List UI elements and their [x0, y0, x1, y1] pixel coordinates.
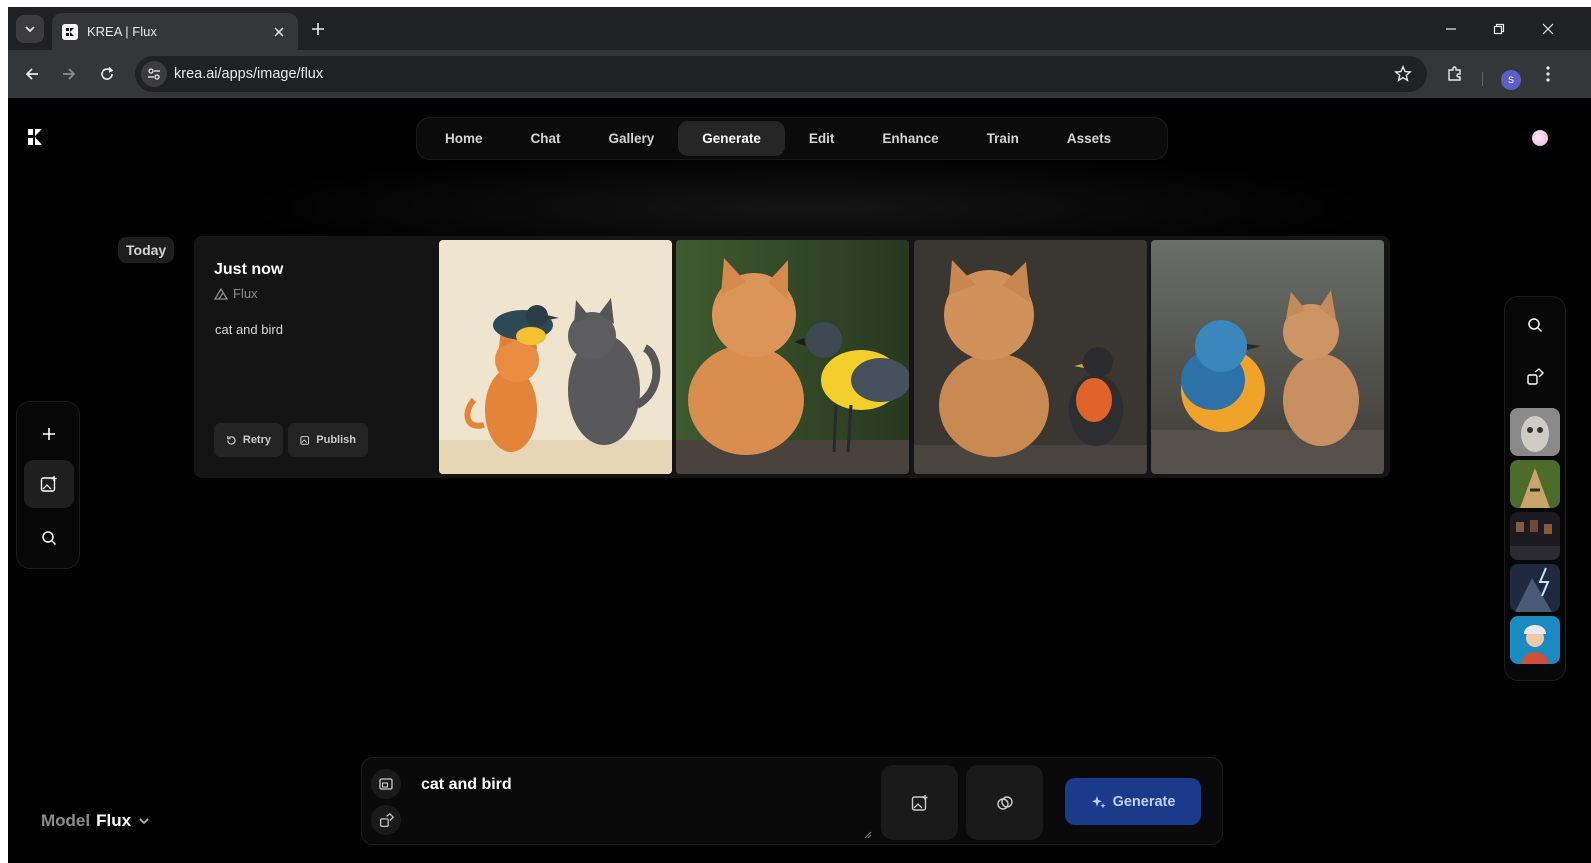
history-thumb-1[interactable]	[1510, 408, 1560, 456]
generation-model-label: Flux	[233, 286, 258, 301]
image-sparkle-icon	[40, 476, 57, 492]
generate-button[interactable]: Generate	[1065, 778, 1201, 825]
krea-logo-icon[interactable]	[27, 128, 43, 146]
tab-strip: KREA | Flux	[8, 7, 1591, 50]
generated-image-4[interactable]	[1151, 240, 1384, 474]
generate-label: Generate	[1112, 793, 1176, 810]
nav-enhance[interactable]: Enhance	[858, 121, 962, 156]
publish-button[interactable]: Publish	[288, 423, 368, 457]
history-thumb-4[interactable]	[1510, 564, 1560, 612]
model-label: Model	[41, 811, 91, 830]
history-search-button[interactable]	[1515, 305, 1555, 345]
url-text: krea.ai/apps/image/flux	[174, 66, 324, 82]
left-tool-rail	[16, 401, 80, 569]
day-label: Today	[118, 237, 175, 263]
minimize-icon	[1446, 28, 1456, 30]
browser-menu-icon[interactable]	[1538, 61, 1558, 87]
restore-button[interactable]	[1485, 15, 1513, 43]
krea-page: Home Chat Gallery Generate Edit Enhance …	[8, 98, 1591, 863]
site-settings-icon[interactable]	[141, 61, 167, 87]
retry-icon	[227, 435, 236, 445]
toolbar-divider	[1482, 72, 1483, 86]
publish-icon	[300, 436, 310, 445]
history-thumb-5[interactable]	[1510, 616, 1560, 664]
generation-prompt: cat and bird	[215, 322, 283, 337]
arrow-left-icon	[25, 68, 38, 80]
generated-image-1[interactable]	[439, 240, 672, 474]
resize-handle-icon[interactable]	[864, 831, 872, 839]
style-shapes-button[interactable]	[1515, 357, 1555, 397]
retry-label: Retry	[242, 434, 271, 446]
new-generation-button[interactable]	[24, 410, 74, 458]
krea-favicon-icon	[62, 23, 78, 40]
chevron-down-icon	[139, 818, 149, 825]
forward-button[interactable]	[56, 61, 82, 87]
shapes-icon	[1527, 368, 1544, 385]
prompt-composer: cat and bird Generate	[361, 757, 1223, 845]
bookmark-star-icon[interactable]	[1393, 64, 1413, 84]
link-shapes-icon	[996, 795, 1013, 810]
tab-search-button[interactable]	[16, 15, 44, 43]
generation-card: Just now Flux cat and bird Retry Publish	[194, 236, 1390, 478]
generated-image-2[interactable]	[676, 240, 909, 474]
chevron-down-icon	[25, 26, 35, 33]
image-generate-tool-button[interactable]	[24, 460, 74, 508]
top-navigation: Home Chat Gallery Generate Edit Enhance …	[416, 117, 1168, 160]
plus-icon	[312, 23, 324, 35]
back-button[interactable]	[19, 61, 45, 87]
nav-generate[interactable]: Generate	[678, 121, 785, 156]
browser-window: KREA | Flux krea.ai/apps/image/flux S Ho…	[8, 7, 1591, 863]
prompt-input[interactable]: cat and bird	[421, 776, 512, 794]
sparkles-icon	[1091, 795, 1106, 808]
restore-icon	[1493, 23, 1505, 35]
style-button[interactable]	[371, 805, 401, 835]
aspect-ratio-button[interactable]	[371, 769, 401, 799]
close-icon	[1542, 23, 1554, 35]
arrow-right-icon	[63, 68, 76, 80]
shapes-icon	[379, 812, 394, 827]
model-selector[interactable]: Model Flux	[41, 811, 151, 831]
nav-gallery[interactable]: Gallery	[585, 121, 679, 156]
profile-avatar[interactable]: S	[1501, 70, 1521, 90]
generated-image-3[interactable]	[914, 240, 1147, 474]
model-value: Flux	[96, 811, 132, 830]
history-thumb-3[interactable]	[1510, 512, 1560, 560]
extensions-puzzle-icon[interactable]	[1442, 61, 1468, 87]
nav-home[interactable]: Home	[421, 121, 507, 156]
generation-model: Flux	[214, 286, 258, 301]
aspect-ratio-icon	[379, 778, 393, 790]
search-icon	[1528, 318, 1543, 333]
minimize-button[interactable]	[1437, 15, 1465, 43]
generation-time: Just now	[214, 261, 284, 278]
close-tab-icon[interactable]	[270, 23, 288, 41]
address-bar[interactable]: krea.ai/apps/image/flux	[135, 56, 1427, 92]
reload-button[interactable]	[94, 61, 120, 87]
style-reference-button[interactable]	[966, 765, 1043, 840]
nav-edit[interactable]: Edit	[785, 121, 859, 156]
model-icon	[214, 287, 228, 300]
image-prompt-button[interactable]	[881, 765, 958, 840]
plus-icon	[43, 428, 55, 440]
retry-button[interactable]: Retry	[214, 423, 283, 457]
search-button[interactable]	[24, 514, 74, 562]
history-thumb-2[interactable]	[1510, 460, 1560, 508]
nav-chat[interactable]: Chat	[507, 121, 585, 156]
search-icon	[42, 531, 57, 546]
right-history-rail	[1504, 296, 1566, 681]
nav-assets[interactable]: Assets	[1043, 121, 1135, 156]
close-window-button[interactable]	[1534, 15, 1562, 43]
reload-icon	[101, 66, 114, 80]
publish-label: Publish	[316, 434, 356, 446]
browser-tab[interactable]: KREA | Flux	[52, 13, 298, 50]
image-sparkle-icon	[911, 794, 927, 811]
tab-title: KREA | Flux	[87, 24, 157, 39]
browser-toolbar: krea.ai/apps/image/flux S	[8, 50, 1591, 98]
user-avatar[interactable]	[1532, 130, 1548, 146]
nav-train[interactable]: Train	[963, 121, 1043, 156]
new-tab-button[interactable]	[306, 17, 330, 41]
